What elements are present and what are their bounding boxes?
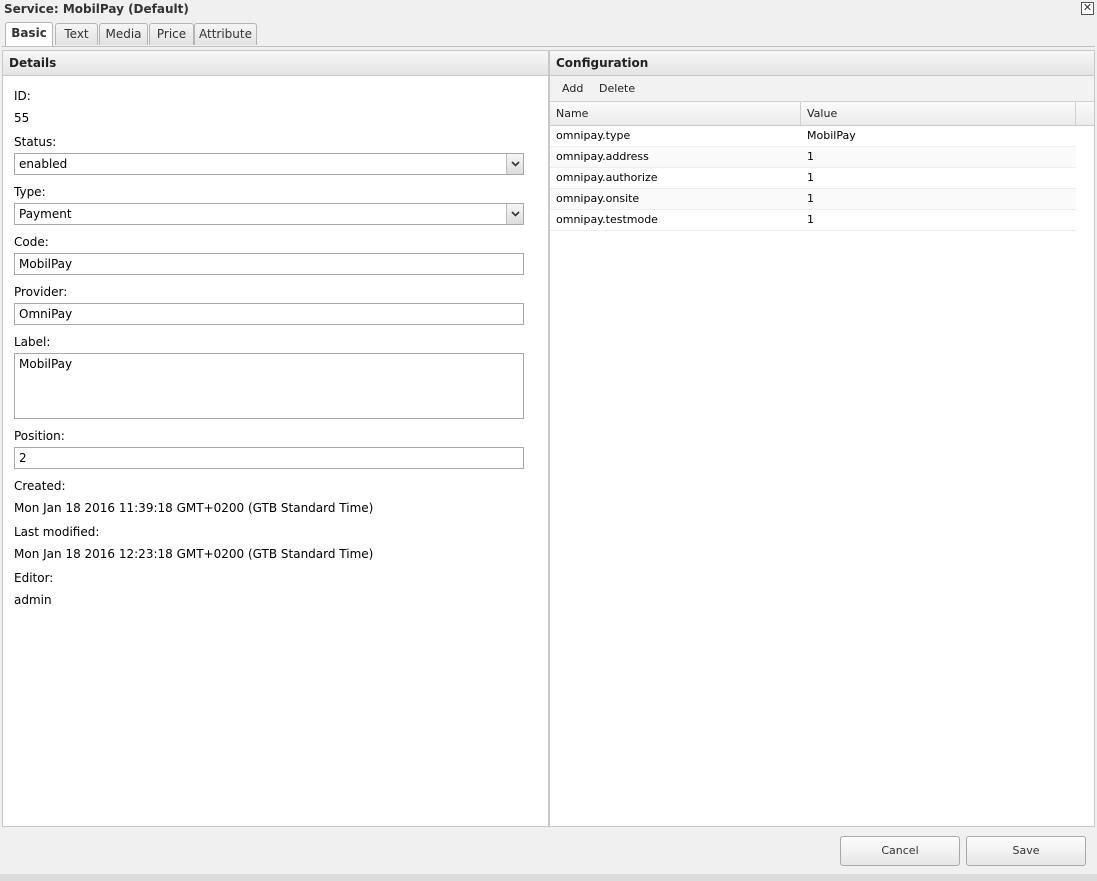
configuration-header: Configuration	[550, 51, 1094, 76]
table-row[interactable]: omnipay.type MobilPay	[550, 126, 1076, 147]
chevron-down-icon[interactable]	[506, 204, 523, 224]
created-label: Created:	[14, 479, 66, 493]
close-icon[interactable]: ✕	[1081, 2, 1094, 15]
window-title: Service: MobilPay (Default)	[4, 2, 189, 16]
cell-name: omnipay.address	[556, 150, 649, 163]
type-label: Type:	[14, 185, 46, 199]
tab-basic[interactable]: Basic	[5, 22, 53, 46]
cell-value: 1	[807, 171, 814, 184]
label-textarea[interactable]: MobilPay	[14, 353, 524, 419]
code-label: Code:	[14, 235, 49, 249]
modified-value: Mon Jan 18 2016 12:23:18 GMT+0200 (GTB S…	[14, 547, 374, 561]
tab-attribute[interactable]: Attribute	[194, 23, 257, 45]
bottom-edge	[0, 874, 1097, 881]
grid-header: Name Value	[550, 102, 1094, 126]
status-select[interactable]: enabled	[14, 153, 524, 175]
table-row[interactable]: omnipay.onsite 1	[550, 189, 1076, 210]
modified-label: Last modified:	[14, 525, 100, 539]
id-value: 55	[14, 111, 30, 125]
status-select-value: enabled	[19, 157, 68, 171]
table-row[interactable]: omnipay.authorize 1	[550, 168, 1076, 189]
chevron-down-icon[interactable]	[506, 154, 523, 174]
provider-label: Provider:	[14, 285, 68, 299]
table-row[interactable]: omnipay.testmode 1	[550, 210, 1076, 231]
tab-media[interactable]: Media	[99, 23, 148, 45]
created-value: Mon Jan 18 2016 11:39:18 GMT+0200 (GTB S…	[14, 501, 374, 515]
configuration-panel: Configuration Add Delete Name Value omni…	[549, 50, 1095, 827]
details-header: Details	[3, 51, 548, 76]
provider-input[interactable]: OmniPay	[14, 303, 524, 325]
cell-name: omnipay.testmode	[556, 213, 658, 226]
grid-body: omnipay.type MobilPay omnipay.address 1 …	[550, 126, 1094, 231]
editor-label: Editor:	[14, 571, 54, 585]
label-label: Label:	[14, 335, 51, 349]
details-panel: Details ID: 55 Status: enabled Type: Pay…	[2, 50, 549, 827]
tab-price[interactable]: Price	[149, 23, 194, 45]
tab-text[interactable]: Text	[55, 23, 98, 45]
type-select[interactable]: Payment	[14, 203, 524, 225]
cell-value: 1	[807, 150, 814, 163]
column-header-name[interactable]: Name	[550, 102, 801, 125]
status-label: Status:	[14, 135, 57, 149]
cell-name: omnipay.onsite	[556, 192, 640, 205]
save-button[interactable]: Save	[966, 836, 1086, 866]
table-row[interactable]: omnipay.address 1	[550, 147, 1076, 168]
cell-name: omnipay.authorize	[556, 171, 658, 184]
code-input[interactable]: MobilPay	[14, 253, 524, 275]
position-input[interactable]: 2	[14, 447, 524, 469]
cell-value: 1	[807, 192, 814, 205]
column-header-value[interactable]: Value	[801, 102, 1076, 125]
id-label: ID:	[14, 89, 31, 103]
delete-button[interactable]: Delete	[599, 82, 635, 95]
cell-value: 1	[807, 213, 814, 226]
tab-strip: Basic Text Media Price Attribute	[2, 21, 1095, 47]
position-label: Position:	[14, 429, 65, 443]
editor-value: admin	[14, 593, 52, 607]
configuration-toolbar: Add Delete	[550, 76, 1094, 102]
add-button[interactable]: Add	[562, 82, 583, 95]
window-titlebar: Service: MobilPay (Default) ✕	[0, 0, 1097, 20]
type-select-value: Payment	[19, 207, 72, 221]
cell-name: omnipay.type	[556, 129, 631, 142]
cancel-button[interactable]: Cancel	[840, 836, 960, 866]
cell-value: MobilPay	[807, 129, 856, 142]
